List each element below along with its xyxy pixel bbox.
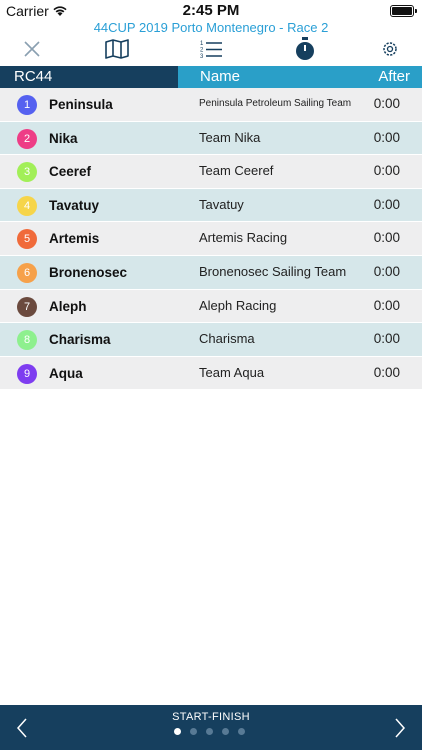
boat-name: Charisma <box>49 332 111 348</box>
results-list: 1 Peninsula Peninsula Petroleum Sailing … <box>0 88 422 391</box>
boat-name: Artemis <box>49 231 100 247</box>
boat-name: Aleph <box>49 298 87 314</box>
boat-name: Nika <box>49 130 78 146</box>
after-time: 0:00 <box>373 364 400 380</box>
table-row[interactable]: 8 Charisma Charisma 0:00 <box>0 323 422 357</box>
position-badge: 2 <box>17 128 37 149</box>
position-badge: 1 <box>17 95 37 115</box>
gear-icon[interactable] <box>377 36 403 62</box>
leg-label: START-FINISH <box>172 711 250 723</box>
table-row[interactable]: 1 Peninsula Peninsula Petroleum Sailing … <box>0 88 422 122</box>
after-time: 0:00 <box>373 297 400 313</box>
team-name: Team Ceeref <box>199 163 274 179</box>
team-name: Charisma <box>199 331 255 347</box>
close-icon[interactable] <box>19 36 45 62</box>
svg-text:3: 3 <box>200 54 204 59</box>
table-row[interactable]: 6 Bronenosec Bronenosec Sailing Team 0:0… <box>0 255 422 290</box>
name-header: Name <box>178 66 340 88</box>
table-row[interactable]: 3 Ceeref Team Ceeref 0:00 <box>0 155 422 189</box>
page-dot[interactable] <box>190 728 197 735</box>
svg-text:2: 2 <box>200 48 204 54</box>
team-name: Artemis Racing <box>199 230 288 246</box>
svg-text:1: 1 <box>200 41 204 47</box>
boat-name: Peninsula <box>49 97 113 112</box>
page-dot[interactable] <box>174 728 181 735</box>
boat-name: Aqua <box>49 365 83 381</box>
class-header: RC44 <box>0 66 178 88</box>
team-name: Team Aqua <box>199 364 265 380</box>
table-header: RC44 Name After <box>0 66 422 88</box>
page-dot[interactable] <box>222 728 229 735</box>
after-time: 0:00 <box>373 163 400 179</box>
table-row[interactable]: 7 Aleph Aleph Racing 0:00 <box>0 289 422 324</box>
page-indicator[interactable] <box>174 728 245 735</box>
chevron-right-icon[interactable] <box>394 717 406 739</box>
position-badge: 6 <box>17 262 37 283</box>
position-badge: 8 <box>17 330 37 351</box>
table-row[interactable]: 4 Tavatuy Tavatuy 0:00 <box>0 188 422 223</box>
position-badge: 3 <box>17 162 37 183</box>
battery-icon <box>390 5 417 17</box>
table-row[interactable]: 2 Nika Team Nika 0:00 <box>0 121 422 156</box>
boat-name: Bronenosec <box>49 264 128 280</box>
table-row[interactable]: 9 Aqua Team Aqua 0:00 <box>0 356 422 391</box>
page-dot[interactable] <box>238 728 245 735</box>
position-badge: 7 <box>17 296 37 317</box>
after-time: 0:00 <box>373 96 400 111</box>
after-time: 0:00 <box>373 230 400 246</box>
after-header: After <box>340 66 422 88</box>
position-badge: 4 <box>17 195 37 216</box>
after-time: 0:00 <box>373 196 400 212</box>
after-time: 0:00 <box>373 129 400 145</box>
boat-name: Ceeref <box>49 164 92 180</box>
team-name: Aleph Racing <box>199 297 277 313</box>
team-name: Team Nika <box>199 129 261 145</box>
after-time: 0:00 <box>373 263 400 279</box>
team-name: Bronenosec Sailing Team <box>199 263 347 279</box>
ranked-list-icon[interactable]: 1 2 3 <box>198 36 224 62</box>
map-icon[interactable] <box>104 36 130 62</box>
toolbar: 1 2 3 <box>0 30 422 66</box>
table-row[interactable]: 5 Artemis Artemis Racing 0:00 <box>0 222 422 256</box>
clock: 2:45 PM <box>182 2 240 19</box>
page-dot[interactable] <box>206 728 213 735</box>
after-time: 0:00 <box>373 331 400 347</box>
position-badge: 9 <box>17 363 37 384</box>
boat-name: Tavatuy <box>49 197 100 213</box>
footer-bar: START-FINISH <box>0 705 422 750</box>
position-badge: 5 <box>17 229 37 250</box>
team-name: Peninsula Petroleum Sailing Team <box>199 98 352 109</box>
team-name: Tavatuy <box>199 196 244 212</box>
stopwatch-icon[interactable] <box>292 36 318 62</box>
status-bar: Carrier 2:45 PM <box>0 0 422 22</box>
